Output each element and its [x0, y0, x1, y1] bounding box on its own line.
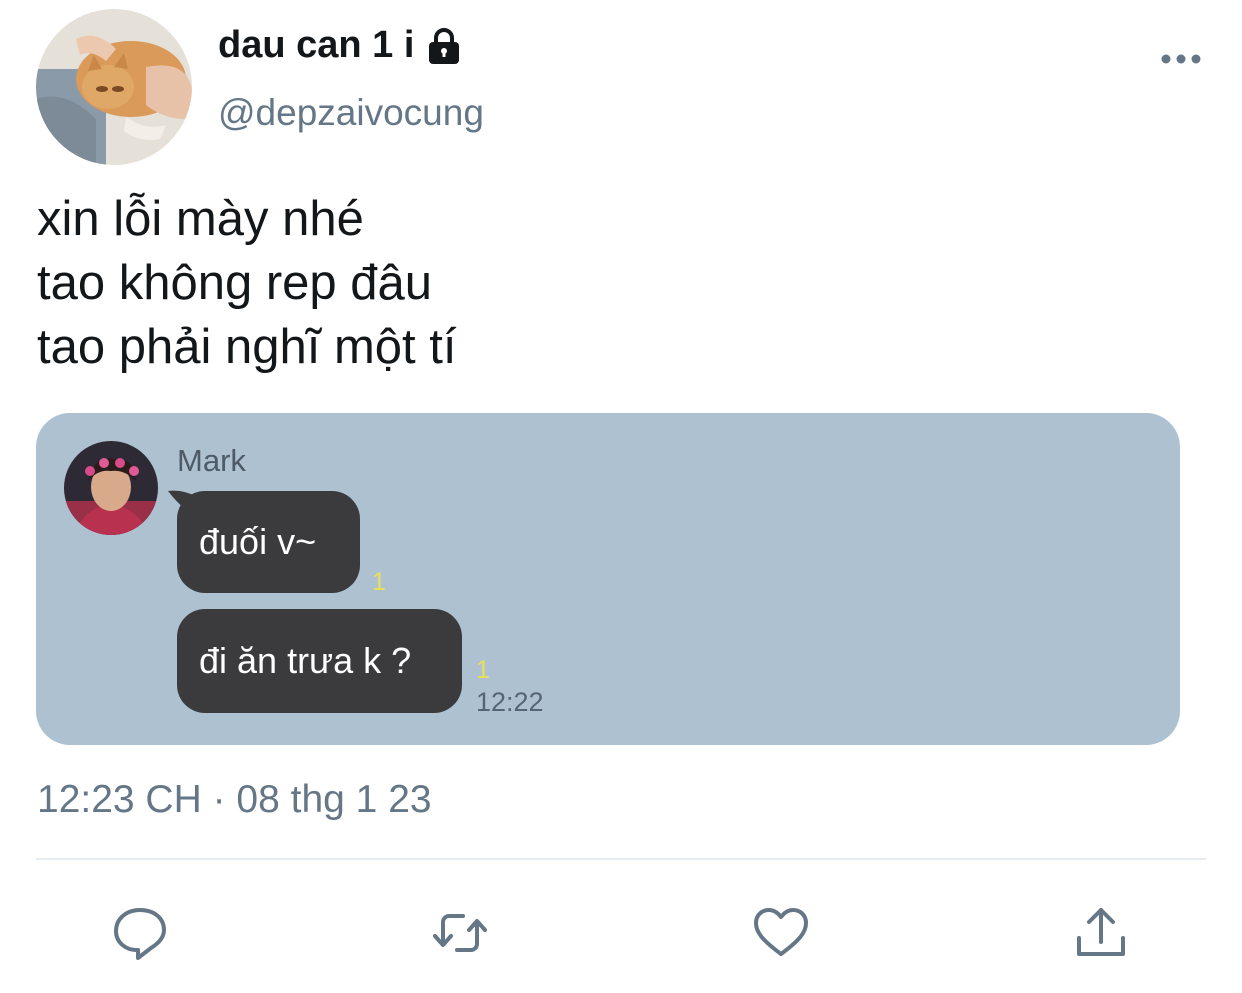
lock-icon [424, 26, 464, 66]
display-name[interactable]: dau can 1 i [218, 24, 464, 67]
tweet-text-line: xin lỗi mày nhé [37, 192, 364, 246]
share-icon [1077, 908, 1125, 956]
profile-avatar[interactable] [36, 9, 192, 165]
chat-bubble: đuối v~ [177, 491, 360, 593]
retweet-icon [433, 914, 487, 952]
chat-message-text: đi ăn trưa k ? [199, 640, 412, 681]
tweet-text-line: tao phải nghĩ một tí [37, 320, 457, 374]
tweet-text-line: tao không rep đâu [37, 256, 433, 310]
chat-sender-name: Mark [177, 443, 246, 478]
like-button[interactable] [751, 903, 811, 963]
more-horizontal-icon [1161, 54, 1201, 64]
retweet-button[interactable] [430, 903, 490, 963]
chat-message-text: đuối v~ [199, 521, 317, 562]
read-count: 1 [372, 568, 386, 596]
divider [36, 858, 1206, 860]
tweet-timestamp[interactable]: 12:23 CH · 08 thg 1 23 [37, 778, 432, 822]
tweet-text: xin lỗi mày nhé tao không rep đâu tao ph… [37, 187, 457, 379]
read-count: 1 [476, 656, 490, 684]
sender-avatar [64, 441, 158, 535]
user-handle[interactable]: @depzaivocung [218, 92, 484, 134]
reply-button[interactable] [110, 903, 170, 963]
more-options-button[interactable] [1156, 40, 1206, 78]
chat-message-time: 12:22 [476, 687, 544, 717]
chat-bubble: đi ăn trưa k ? [177, 609, 462, 713]
display-name-text: dau can 1 i [218, 24, 415, 66]
heart-icon [754, 908, 808, 956]
share-button[interactable] [1071, 903, 1131, 963]
attached-chat-image[interactable]: Mark đuối v~ 1 đi ăn trưa k ? 1 12:22 [36, 413, 1180, 745]
reply-bubble-icon [114, 908, 166, 960]
